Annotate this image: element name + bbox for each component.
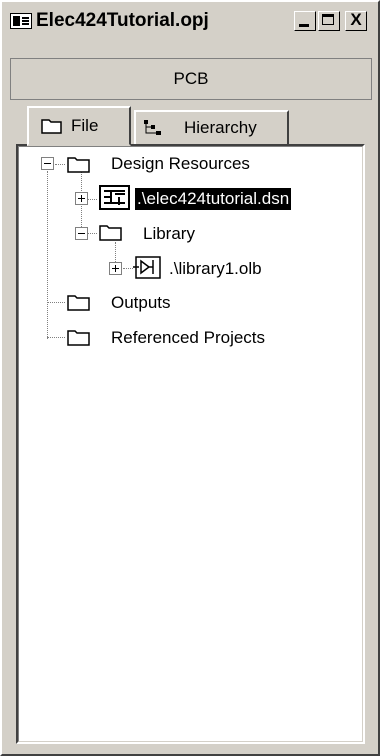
tree-line — [47, 171, 48, 339]
tree-item-referenced-projects[interactable]: Referenced Projects — [111, 327, 265, 349]
title-bar[interactable]: Elec424Tutorial.opj X — [4, 4, 376, 37]
tree-line — [123, 268, 133, 269]
collapse-toggle[interactable] — [41, 157, 54, 170]
tab-file[interactable]: File — [27, 106, 131, 146]
tree-line — [87, 233, 97, 234]
folder-icon — [99, 225, 122, 241]
tree-item-design-resources[interactable]: Design Resources — [111, 153, 250, 175]
tree-line — [87, 199, 97, 200]
folder-icon — [67, 330, 90, 346]
folder-icon — [67, 157, 90, 173]
folder-icon — [41, 119, 62, 134]
tree-line — [55, 164, 65, 165]
tree-panel[interactable]: Design Resources .\elec424tutorial.dsn L… — [16, 144, 365, 744]
library-part-icon — [133, 256, 161, 279]
tab-hierarchy-label: Hierarchy — [184, 118, 257, 137]
tab-hierarchy[interactable]: Hierarchy — [134, 110, 289, 146]
project-window: Elec424Tutorial.opj X PCB File Hierarchy — [0, 0, 380, 756]
tree-item-outputs[interactable]: Outputs — [111, 292, 171, 314]
hierarchy-icon — [144, 120, 161, 135]
project-icon — [10, 13, 32, 29]
tree-line — [47, 302, 65, 303]
tree-item-olb[interactable]: .\library1.olb — [169, 258, 262, 280]
expand-toggle[interactable] — [109, 262, 122, 275]
tree-item-library[interactable]: Library — [143, 223, 195, 245]
pcb-label: PCB — [173, 69, 209, 88]
window-title: Elec424Tutorial.opj — [36, 10, 209, 31]
close-button[interactable]: X — [345, 10, 367, 31]
expand-toggle[interactable] — [75, 192, 88, 205]
tree-line — [47, 337, 65, 338]
collapse-toggle[interactable] — [75, 227, 88, 240]
pcb-header: PCB — [10, 58, 372, 100]
schematic-icon — [99, 185, 130, 210]
maximize-button[interactable] — [318, 11, 340, 31]
minimize-button[interactable] — [294, 11, 316, 31]
close-icon: X — [350, 10, 362, 29]
tab-file-label: File — [71, 116, 99, 135]
tree-item-dsn[interactable]: .\elec424tutorial.dsn — [135, 188, 292, 210]
folder-icon — [67, 295, 90, 311]
